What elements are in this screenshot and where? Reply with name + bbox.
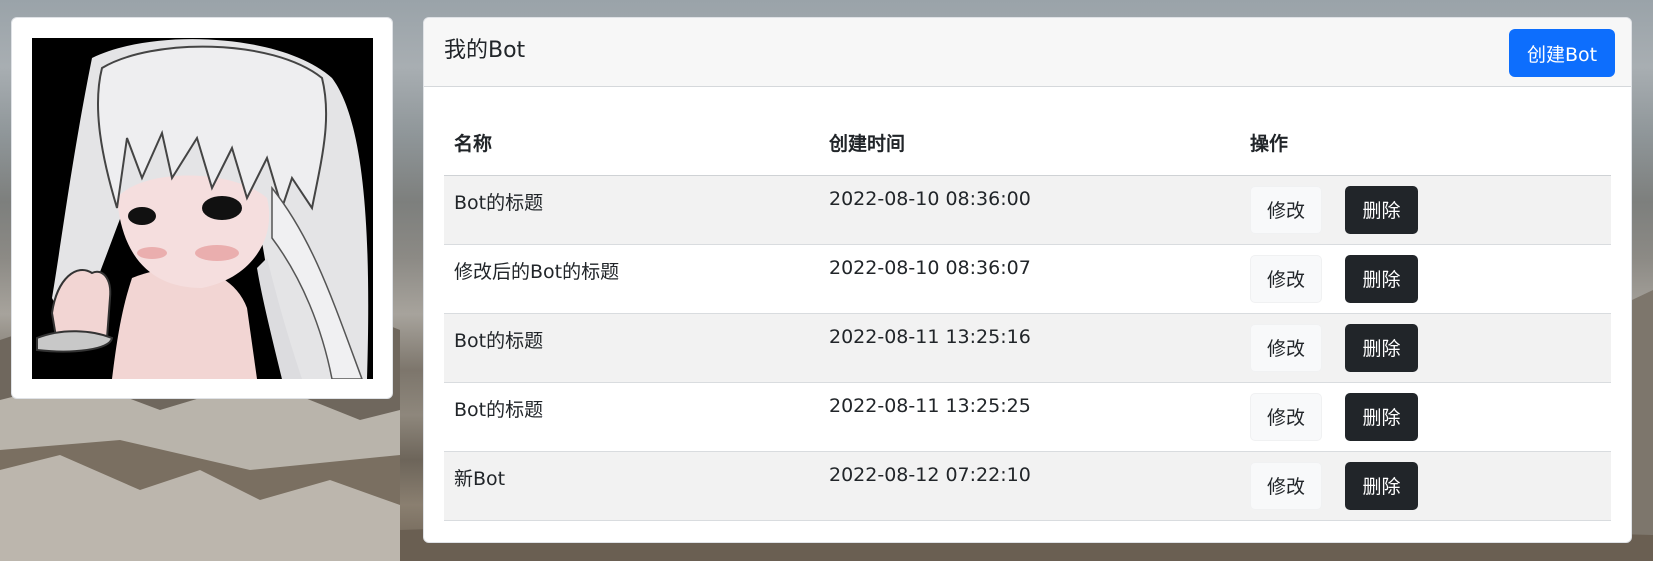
row-actions: 修改 删除 (1240, 175, 1611, 245)
row-created-time: 2022-08-10 08:36:00 (819, 175, 1240, 245)
header-created-time: 创建时间 (819, 111, 1240, 176)
row-name: Bot的标题 (444, 175, 819, 245)
edit-button[interactable]: 修改 (1250, 323, 1322, 372)
avatar (32, 38, 373, 379)
delete-button[interactable]: 删除 (1345, 392, 1418, 441)
bot-table: 名称 创建时间 操作 Bot的标题 2022-08-10 08:36:00 修改… (444, 111, 1611, 521)
table-row: Bot的标题 2022-08-11 13:25:25 修改 删除 (444, 382, 1611, 452)
edit-button[interactable]: 修改 (1250, 254, 1322, 303)
card-title: 我的Bot (444, 38, 526, 63)
delete-button[interactable]: 删除 (1345, 461, 1418, 510)
avatar-card (11, 17, 393, 399)
row-created-time: 2022-08-12 07:22:10 (819, 451, 1240, 521)
create-bot-button[interactable]: 创建Bot (1509, 29, 1615, 77)
bot-table-wrapper: 名称 创建时间 操作 Bot的标题 2022-08-10 08:36:00 修改… (444, 111, 1611, 521)
row-actions: 修改 删除 (1240, 451, 1611, 521)
edit-button[interactable]: 修改 (1250, 185, 1322, 234)
row-actions: 修改 删除 (1240, 382, 1611, 452)
avatar-illustration (32, 38, 373, 379)
delete-button[interactable]: 删除 (1345, 254, 1418, 303)
row-actions: 修改 删除 (1240, 244, 1611, 314)
row-created-time: 2022-08-10 08:36:07 (819, 244, 1240, 314)
row-actions: 修改 删除 (1240, 313, 1611, 383)
delete-button[interactable]: 删除 (1345, 323, 1418, 372)
row-name: Bot的标题 (444, 382, 819, 452)
row-name: Bot的标题 (444, 313, 819, 383)
edit-button[interactable]: 修改 (1250, 461, 1322, 510)
delete-button[interactable]: 删除 (1345, 185, 1418, 234)
header-actions: 操作 (1240, 111, 1611, 176)
bot-list-card: 我的Bot 创建Bot 名称 创建时间 操作 Bot的标题 2022-08-10… (423, 17, 1632, 543)
row-name: 修改后的Bot的标题 (444, 244, 819, 314)
table-row: Bot的标题 2022-08-10 08:36:00 修改 删除 (444, 175, 1611, 245)
row-created-time: 2022-08-11 13:25:16 (819, 313, 1240, 383)
card-header: 我的Bot 创建Bot (424, 18, 1631, 87)
row-created-time: 2022-08-11 13:25:25 (819, 382, 1240, 452)
table-row: Bot的标题 2022-08-11 13:25:16 修改 删除 (444, 313, 1611, 383)
edit-button[interactable]: 修改 (1250, 392, 1322, 441)
row-name: 新Bot (444, 451, 819, 521)
header-name: 名称 (444, 111, 819, 176)
table-header-row: 名称 创建时间 操作 (444, 111, 1611, 176)
table-row: 新Bot 2022-08-12 07:22:10 修改 删除 (444, 451, 1611, 521)
table-row: 修改后的Bot的标题 2022-08-10 08:36:07 修改 删除 (444, 244, 1611, 314)
